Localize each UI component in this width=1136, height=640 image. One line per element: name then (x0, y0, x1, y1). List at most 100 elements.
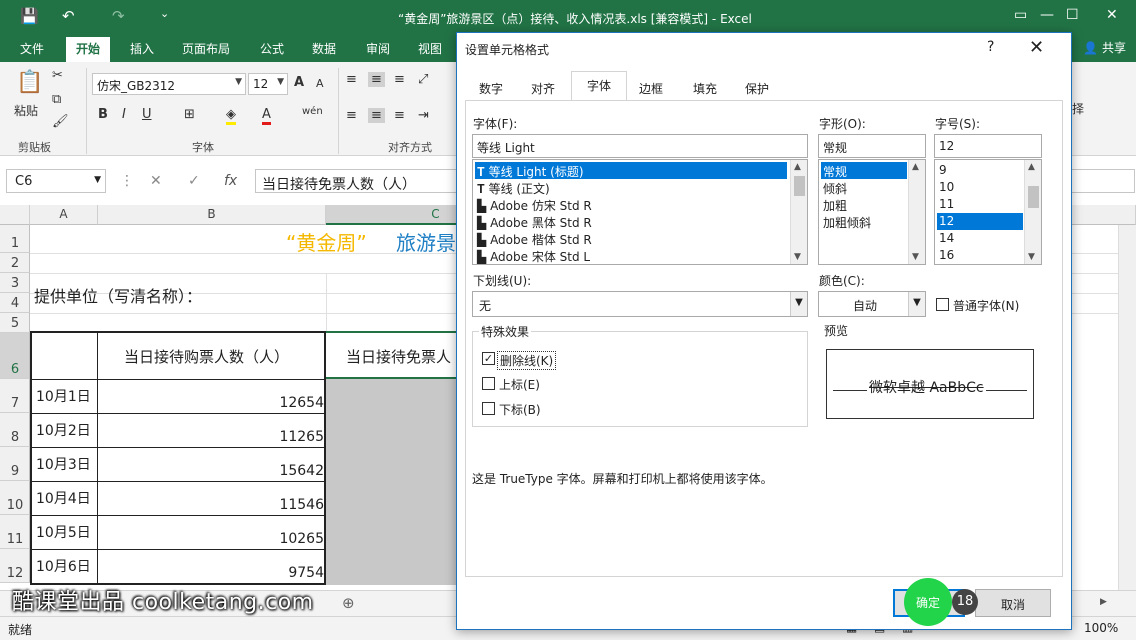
date-cell[interactable]: 10月1日 (36, 386, 91, 406)
list-item[interactable]: 14 (937, 230, 956, 247)
strikethrough-label[interactable]: 删除线(K) (497, 351, 557, 370)
dialog-close-icon[interactable]: ✕ (1029, 37, 1044, 58)
font-color-icon[interactable]: A (262, 107, 271, 125)
tab-alignment[interactable]: 对齐 (521, 74, 565, 100)
row-header-11[interactable]: 11 (0, 515, 30, 549)
list-item[interactable]: ▙ Adobe 仿宋 Std R (475, 196, 594, 213)
row-header-4[interactable]: 4 (0, 293, 30, 313)
provider-label[interactable]: 提供单位（写清名称）： (34, 283, 202, 307)
align-bottom-icon[interactable]: ≡ (394, 72, 405, 87)
superscript-checkbox[interactable] (482, 377, 495, 390)
bold-icon[interactable]: B (98, 107, 108, 122)
chevron-down-icon[interactable]: ▼ (790, 292, 807, 316)
value-cell[interactable]: 9754 (98, 565, 324, 581)
header-cell-c[interactable]: 当日接待免票人 (346, 346, 451, 367)
scroll-down-icon[interactable]: ▼ (794, 252, 801, 262)
list-item[interactable]: 常规 (821, 162, 907, 179)
size-list-scrollbar[interactable]: ▲ ▼ (1024, 160, 1041, 264)
size-listbox[interactable]: 9 10 11 12 14 16 ▲ ▼ (934, 159, 1042, 265)
list-item[interactable]: ▙ Adobe 宋体 Std L (475, 247, 592, 264)
sheet-title-part2[interactable]: 旅游景 (396, 227, 456, 256)
tab-review[interactable]: 审阅 (366, 40, 390, 57)
scroll-right-icon[interactable]: ▶ (1100, 597, 1107, 607)
tab-fill[interactable]: 填充 (683, 74, 727, 100)
tab-home[interactable]: 开始 (66, 37, 111, 62)
increase-font-icon[interactable]: A (294, 75, 304, 90)
orientation-icon[interactable]: ⤢ (418, 72, 428, 87)
row-header-5[interactable]: 5 (0, 313, 30, 333)
chevron-down-icon[interactable]: ▼ (908, 292, 925, 316)
date-cell[interactable]: 10月5日 (36, 522, 91, 542)
tab-font[interactable]: 字体 (571, 71, 627, 101)
subscript-label[interactable]: 下标(B) (499, 401, 541, 418)
cut-icon[interactable]: ✂ (52, 68, 63, 83)
align-middle-icon[interactable]: ≡ (368, 72, 385, 87)
list-item[interactable]: 11 (937, 196, 956, 213)
scroll-up-icon[interactable]: ▲ (912, 162, 919, 172)
copy-icon[interactable]: ⧉ (52, 92, 61, 107)
date-cell[interactable]: 10月3日 (36, 454, 91, 474)
undo-icon[interactable]: ↶ (62, 7, 75, 25)
tab-border[interactable]: 边框 (629, 74, 673, 100)
tab-insert[interactable]: 插入 (130, 40, 154, 57)
tab-data[interactable]: 数据 (312, 40, 336, 57)
tab-number[interactable]: 数字 (469, 74, 513, 100)
tab-formulas[interactable]: 公式 (260, 40, 284, 57)
header-cell-b[interactable]: 当日接待购票人数（人） (124, 346, 289, 367)
value-cell[interactable]: 15642 (98, 463, 324, 479)
row-header-6[interactable]: 6 (0, 333, 30, 379)
format-painter-icon[interactable]: 🖌 (52, 114, 69, 129)
normal-font-label[interactable]: 普通字体(N) (953, 297, 1019, 314)
column-header-a[interactable]: A (30, 205, 98, 225)
indent-icon[interactable]: ⇥ (418, 108, 429, 123)
italic-icon[interactable]: I (122, 107, 126, 122)
cancel-button[interactable]: 取消 (975, 589, 1051, 617)
decrease-font-icon[interactable]: A (316, 77, 324, 90)
list-item[interactable]: ▙ Adobe 楷体 Std R (475, 230, 594, 247)
list-item[interactable]: ▙ Adobe 黑体 Std R (475, 213, 594, 230)
list-item[interactable]: 𝐓 等线 (正文) (475, 179, 552, 196)
zoom-level[interactable]: 100% (1084, 621, 1118, 635)
font-listbox[interactable]: 𝐓 等线 Light (标题) 𝐓 等线 (正文) ▙ Adobe 仿宋 Std… (472, 159, 808, 265)
list-item[interactable]: 10 (937, 179, 956, 196)
subscript-checkbox[interactable] (482, 402, 495, 415)
phonetic-icon[interactable]: wén (302, 106, 323, 117)
insert-function-icon[interactable]: fx (224, 173, 237, 189)
date-cell[interactable]: 10月4日 (36, 488, 91, 508)
scroll-thumb[interactable] (794, 176, 805, 196)
ribbon-options-icon[interactable]: ▭ (1014, 7, 1027, 23)
maximize-icon[interactable]: ☐ (1066, 7, 1079, 23)
select-all-corner[interactable] (0, 205, 30, 225)
row-header-12[interactable]: 12 (0, 549, 30, 583)
align-left-icon[interactable]: ≡ (346, 108, 357, 123)
row-header-2[interactable]: 2 (0, 253, 30, 273)
list-item[interactable]: 9 (937, 162, 949, 179)
align-top-icon[interactable]: ≡ (346, 72, 357, 87)
fill-color-icon[interactable]: ◈ (226, 107, 236, 125)
row-header-8[interactable]: 8 (0, 413, 30, 447)
align-center-icon[interactable]: ≡ (368, 108, 385, 123)
scroll-up-icon[interactable]: ▲ (1028, 162, 1035, 172)
vertical-scrollbar[interactable] (1118, 225, 1136, 590)
row-header-9[interactable]: 9 (0, 447, 30, 481)
share-button[interactable]: 👤 共享 (1083, 39, 1126, 56)
row-header-3[interactable]: 3 (0, 273, 30, 293)
close-window-icon[interactable]: ✕ (1106, 7, 1118, 23)
scroll-up-icon[interactable]: ▲ (794, 162, 801, 172)
tab-file[interactable]: 文件 (20, 40, 44, 57)
name-box[interactable]: C6 ▼ (6, 169, 106, 193)
column-header-b[interactable]: B (98, 205, 326, 225)
row-header-7[interactable]: 7 (0, 379, 30, 413)
list-item[interactable]: 倾斜 (821, 179, 849, 196)
strikethrough-checkbox[interactable]: ✓ (482, 352, 495, 365)
row-header-10[interactable]: 10 (0, 481, 30, 515)
redo-icon[interactable]: ↷ (112, 7, 125, 25)
value-cell[interactable]: 12654 (98, 395, 324, 411)
scroll-thumb[interactable] (1028, 186, 1039, 208)
value-cell[interactable]: 11265 (98, 429, 324, 445)
underline-select[interactable]: 无 ▼ (472, 291, 808, 317)
size-input[interactable]: 12 (934, 134, 1042, 158)
list-item[interactable]: 加粗倾斜 (821, 213, 873, 230)
style-input[interactable]: 常规 (818, 134, 926, 158)
tab-protection[interactable]: 保护 (735, 74, 779, 100)
